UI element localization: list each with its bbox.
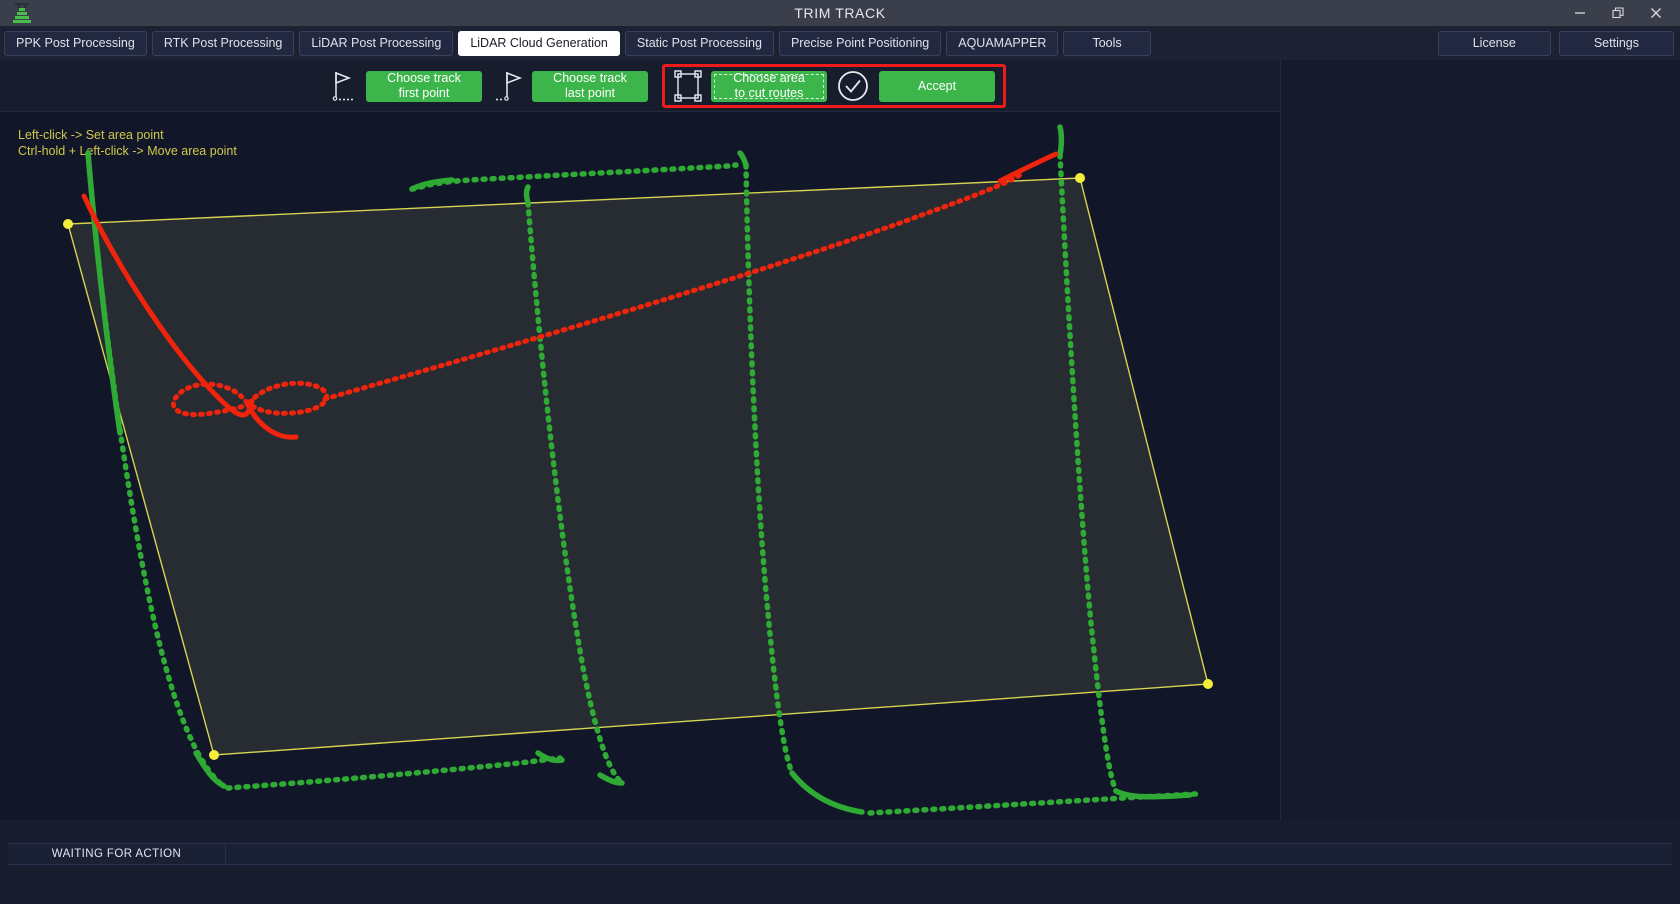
area-vertex-handle[interactable] xyxy=(63,219,73,229)
tab-label: PPK Post Processing xyxy=(16,36,135,50)
main-tab-bar: PPK Post Processing RTK Post Processing … xyxy=(0,26,1680,60)
track-map-graphic xyxy=(63,124,1213,816)
cut-area-polygon xyxy=(67,177,1209,756)
area-vertex-handle[interactable] xyxy=(1203,679,1213,689)
button-line-2: first point xyxy=(398,86,450,100)
maximize-restore-button[interactable] xyxy=(1600,0,1636,26)
tab-aquamapper[interactable]: AQUAMAPPER xyxy=(946,30,1059,56)
status-action-cell: WAITING FOR ACTION xyxy=(8,843,226,865)
selection-rectangle-icon xyxy=(673,70,703,102)
settings-button-label: Settings xyxy=(1593,36,1639,50)
tab-tools[interactable]: Tools xyxy=(1063,30,1151,56)
status-bar: WAITING FOR ACTION xyxy=(8,843,1672,865)
tab-static-post-processing[interactable]: Static Post Processing xyxy=(624,30,774,56)
settings-button[interactable]: Settings xyxy=(1558,30,1674,56)
window-title: TRIM TRACK xyxy=(794,5,886,21)
area-vertex-handle[interactable] xyxy=(1075,173,1085,183)
tab-lidar-post-processing[interactable]: LiDAR Post Processing xyxy=(299,30,454,56)
accept-button-label: Accept xyxy=(917,78,957,93)
button-line-1: Choose track xyxy=(387,71,461,85)
tab-rtk-post-processing[interactable]: RTK Post Processing xyxy=(151,30,295,56)
tab-label: AQUAMAPPER xyxy=(958,36,1047,50)
button-line-1: Choose area xyxy=(733,71,805,85)
right-side-panel xyxy=(1280,60,1680,820)
action-toolbar: Choose track first point Choose track la… xyxy=(0,60,1280,112)
tab-label: LiDAR Cloud Generation xyxy=(470,36,608,50)
area-vertex-handle[interactable] xyxy=(209,750,219,760)
choose-area-to-cut-routes-button[interactable]: Choose area to cut routes xyxy=(711,70,827,102)
tab-ppk-post-processing[interactable]: PPK Post Processing xyxy=(4,30,147,56)
flag-start-icon xyxy=(328,70,358,102)
tab-label: Static Post Processing xyxy=(636,36,762,50)
tab-label: LiDAR Post Processing xyxy=(311,36,442,50)
minimize-button[interactable] xyxy=(1562,0,1598,26)
map-canvas[interactable]: Left-click -> Set area point Ctrl-hold +… xyxy=(0,113,1280,820)
choose-last-point-group: Choose track last point xyxy=(488,60,654,112)
choose-track-first-point-button[interactable]: Choose track first point xyxy=(366,70,482,102)
tab-label: Precise Point Positioning xyxy=(790,36,930,50)
tab-bar-right-group: License Settings xyxy=(1437,26,1674,60)
tab-label: RTK Post Processing xyxy=(163,36,283,50)
tab-label: Tools xyxy=(1092,36,1122,50)
cut-area-highlight-group: Choose area to cut routes Accept xyxy=(662,64,1006,108)
close-button[interactable] xyxy=(1638,0,1674,26)
license-button[interactable]: License xyxy=(1437,30,1551,56)
button-line-2: last point xyxy=(564,86,616,100)
license-button-label: License xyxy=(1472,36,1516,50)
tab-lidar-cloud-generation[interactable]: LiDAR Cloud Generation xyxy=(458,30,620,56)
status-secondary-cell xyxy=(226,843,1672,865)
flag-end-icon xyxy=(494,70,524,102)
tab-precise-point-positioning[interactable]: Precise Point Positioning xyxy=(778,30,942,56)
window-controls xyxy=(1562,0,1674,26)
title-bar: TRIM TRACK xyxy=(0,0,1680,26)
choose-track-last-point-button[interactable]: Choose track last point xyxy=(532,70,648,102)
accept-button[interactable]: Accept xyxy=(879,70,995,102)
button-line-2: to cut routes xyxy=(734,86,804,100)
flight-track-red-endsegment xyxy=(997,151,1059,184)
check-circle-icon xyxy=(835,70,871,102)
choose-first-point-group: Choose track first point xyxy=(322,60,488,112)
button-line-1: Choose track xyxy=(553,71,627,85)
